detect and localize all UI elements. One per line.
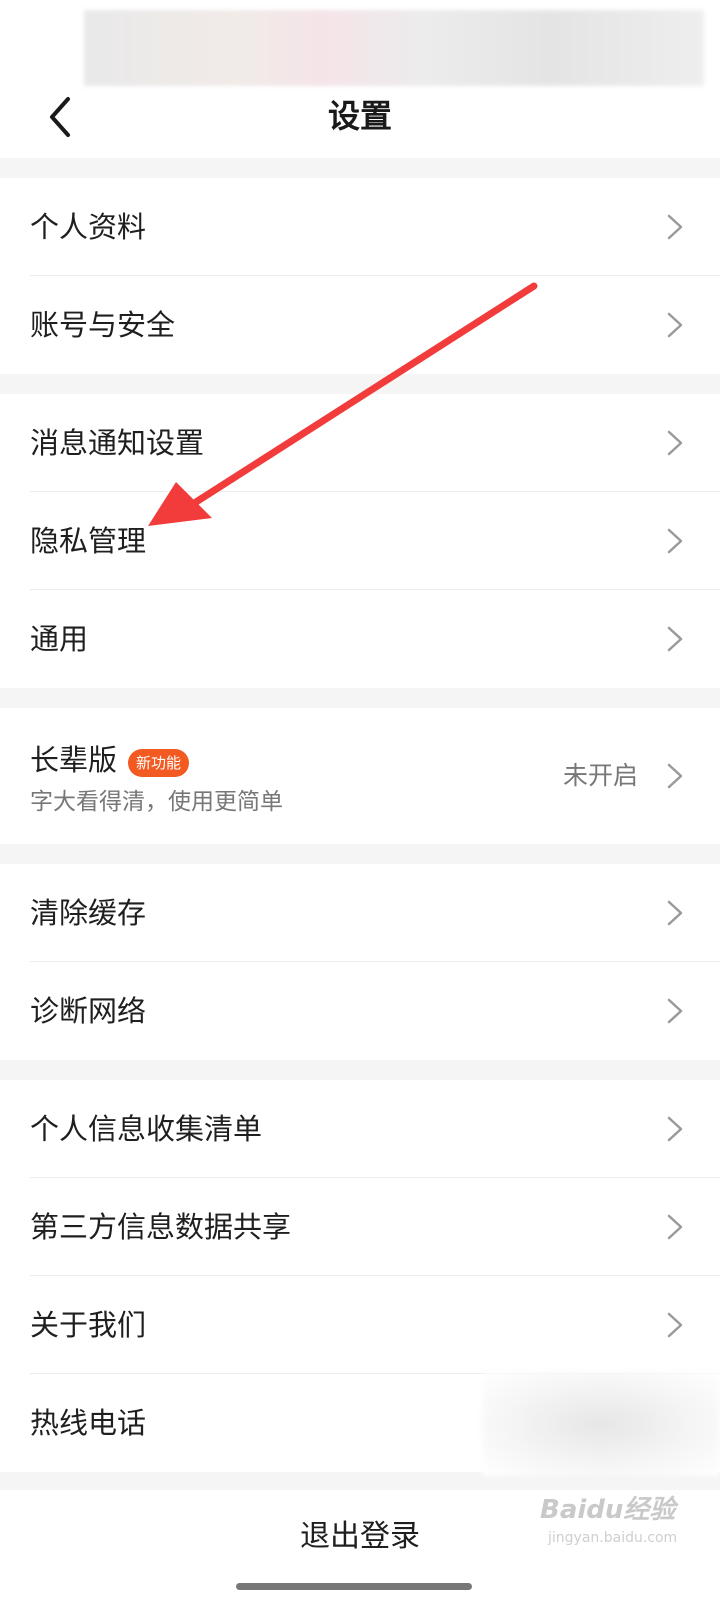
settings-item-profile[interactable]: 个人资料 <box>0 178 720 276</box>
settings-item-label: 热线电话 <box>30 1406 147 1440</box>
top-bar: 设置 <box>0 0 720 158</box>
chevron-right-icon <box>667 312 683 338</box>
home-indicator[interactable] <box>236 1583 472 1590</box>
settings-item-label: 第三方信息数据共享 <box>30 1210 292 1244</box>
settings-item-label: 通用 <box>30 622 89 656</box>
settings-item-notifications[interactable]: 消息通知设置 <box>0 394 720 492</box>
settings-item-clear-cache[interactable]: 清除缓存 <box>0 864 720 962</box>
settings-group-notifications: 消息通知设置 隐私管理 通用 <box>0 394 720 688</box>
chevron-right-icon <box>667 763 683 789</box>
settings-item-general[interactable]: 通用 <box>0 590 720 688</box>
new-feature-badge: 新功能 <box>128 749 190 777</box>
blurred-status-area <box>84 10 704 86</box>
elder-mode-status: 未开启 <box>562 761 638 790</box>
settings-item-label: 隐私管理 <box>30 524 147 558</box>
settings-item-label: 消息通知设置 <box>30 426 205 460</box>
settings-item-about-us[interactable]: 关于我们 <box>0 1276 720 1374</box>
settings-group-profile: 个人资料 账号与安全 <box>0 178 720 374</box>
chevron-right-icon <box>667 998 683 1024</box>
chevron-right-icon <box>667 626 683 652</box>
chevron-right-icon <box>667 900 683 926</box>
watermark: Baidu经验 jingyan.baidu.com <box>540 1492 720 1562</box>
settings-item-elder-mode[interactable]: 长辈版 新功能 字大看得清，使用更简单 未开启 <box>0 708 720 844</box>
chevron-right-icon <box>667 214 683 240</box>
settings-group-elder-mode: 长辈版 新功能 字大看得清，使用更简单 未开启 <box>0 708 720 844</box>
chevron-right-icon <box>667 1312 683 1338</box>
settings-item-label: 账号与安全 <box>30 308 176 342</box>
settings-item-label: 关于我们 <box>30 1308 147 1342</box>
settings-item-account-security[interactable]: 账号与安全 <box>0 276 720 374</box>
settings-item-third-party-sharing[interactable]: 第三方信息数据共享 <box>0 1178 720 1276</box>
chevron-right-icon <box>667 430 683 456</box>
chevron-right-icon <box>667 1214 683 1240</box>
elder-mode-title: 长辈版 <box>30 743 118 777</box>
settings-item-label: 诊断网络 <box>30 994 147 1028</box>
chevron-right-icon <box>667 1116 683 1142</box>
settings-item-label: 清除缓存 <box>30 896 147 930</box>
elder-mode-subtitle: 字大看得清，使用更简单 <box>30 789 283 815</box>
settings-item-info-collection[interactable]: 个人信息收集清单 <box>0 1080 720 1178</box>
chevron-right-icon <box>667 528 683 554</box>
settings-group-maintenance: 清除缓存 诊断网络 <box>0 864 720 1060</box>
page-title: 设置 <box>327 97 392 135</box>
settings-item-label: 个人资料 <box>30 210 147 244</box>
settings-item-label: 个人信息收集清单 <box>30 1112 263 1146</box>
watermark-brand: Baidu经验 <box>540 1495 676 1525</box>
blurred-area <box>482 1372 720 1476</box>
settings-item-privacy[interactable]: 隐私管理 <box>0 492 720 590</box>
settings-item-diagnose-network[interactable]: 诊断网络 <box>0 962 720 1060</box>
watermark-url: jingyan.baidu.com <box>548 1530 678 1546</box>
